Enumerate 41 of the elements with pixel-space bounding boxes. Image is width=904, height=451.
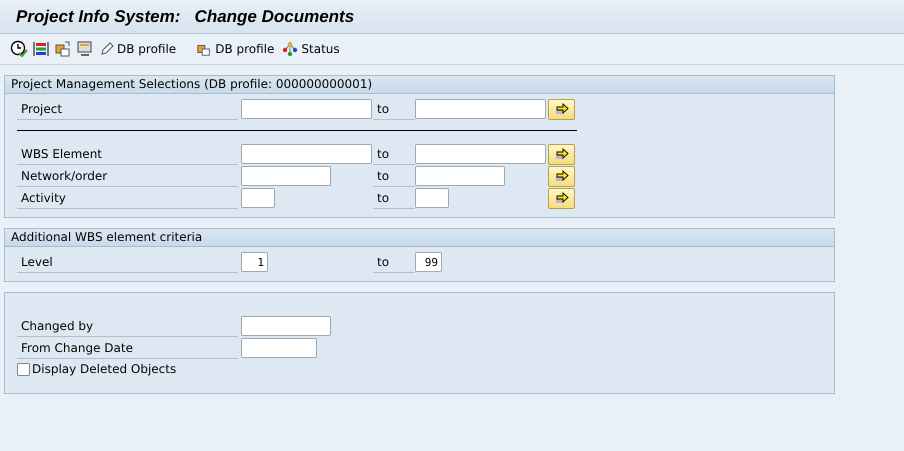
clock-check-icon[interactable] <box>10 40 28 58</box>
input-field[interactable] <box>415 144 546 164</box>
input-field[interactable] <box>415 166 505 186</box>
field-label: Activity <box>17 188 238 208</box>
input-field[interactable]: 1 <box>241 252 268 272</box>
copy-icon[interactable] <box>54 40 72 58</box>
arrow-icon <box>554 148 568 160</box>
input-field[interactable] <box>241 166 331 186</box>
input-field[interactable] <box>241 316 331 336</box>
input-field[interactable] <box>241 144 372 164</box>
input-field[interactable] <box>241 188 275 208</box>
checkbox-label: Display Deleted Objects <box>32 362 176 376</box>
db-profile-button[interactable]: DB profile <box>98 42 178 56</box>
arrow-icon <box>554 103 568 115</box>
section-title: Project Management Selections (DB profile: 000000000001) <box>5 76 834 94</box>
arrow-icon <box>554 170 568 182</box>
multiple-selection-button[interactable] <box>548 98 575 120</box>
monitor-icon[interactable] <box>76 40 94 58</box>
multiple-selection-button[interactable] <box>548 166 575 186</box>
field-label: From Change Date <box>17 338 238 358</box>
field-label: WBS Element <box>17 144 238 164</box>
input-field[interactable] <box>415 99 546 119</box>
input-field[interactable] <box>415 188 449 208</box>
field-label: Level <box>17 252 238 272</box>
db-profile-button[interactable]: DB profile <box>194 41 276 57</box>
checkbox[interactable] <box>17 362 30 376</box>
field-label: Project <box>17 98 238 120</box>
section-title: Additional WBS element criteria <box>5 229 834 247</box>
field-label: Changed by <box>17 316 238 336</box>
input-field[interactable] <box>241 99 372 119</box>
color-bars-icon[interactable] <box>32 40 50 58</box>
multiple-selection-button[interactable] <box>548 188 575 208</box>
pencil-icon <box>100 42 114 56</box>
network-icon <box>282 41 298 57</box>
field-label: Network/order <box>17 166 238 186</box>
status-button[interactable]: Status <box>280 41 342 57</box>
input-field[interactable] <box>241 338 317 358</box>
multiple-selection-button[interactable] <box>548 144 575 164</box>
input-field[interactable]: 99 <box>415 252 442 272</box>
arrow-icon <box>554 192 568 204</box>
window-title: Project Info System: Change Documents <box>16 6 354 26</box>
